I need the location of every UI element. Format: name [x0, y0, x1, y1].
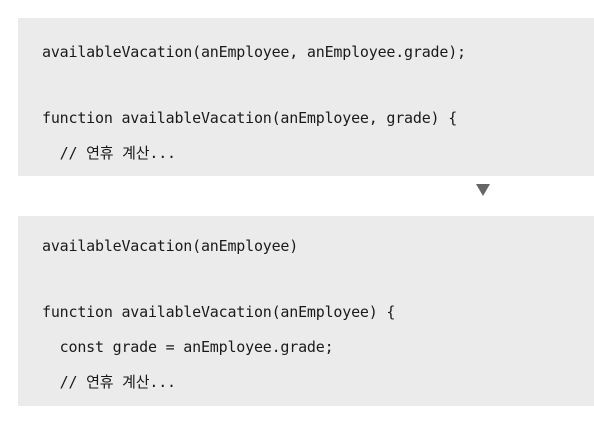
code-line: // 연휴 계산...	[42, 144, 176, 162]
code-line: availableVacation(anEmployee, anEmployee…	[42, 43, 466, 61]
code-line: // 연휴 계산...	[42, 373, 176, 391]
code-line: availableVacation(anEmployee)	[42, 237, 299, 255]
code-block-before: availableVacation(anEmployee, anEmployee…	[18, 18, 594, 176]
down-triangle-icon	[476, 184, 490, 196]
code-line: const grade = anEmployee.grade;	[42, 338, 334, 356]
code-line: function availableVacation(anEmployee, g…	[42, 109, 458, 127]
code-block-after: availableVacation(anEmployee) function a…	[18, 216, 594, 406]
code-line: function availableVacation(anEmployee) {	[42, 303, 396, 321]
